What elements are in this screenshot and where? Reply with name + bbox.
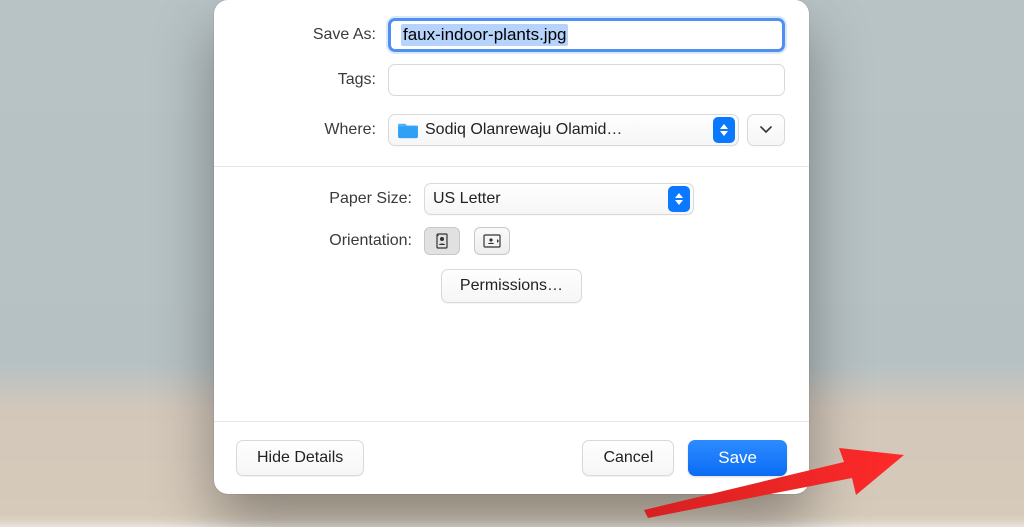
- portrait-icon: [433, 232, 451, 250]
- updown-arrows-icon: [713, 117, 735, 143]
- expand-browser-button[interactable]: [747, 114, 785, 146]
- chevron-down-icon: [760, 126, 772, 134]
- cancel-button[interactable]: Cancel: [582, 440, 674, 476]
- where-folder-popup[interactable]: Sodiq Olanrewaju Olamid…: [388, 114, 739, 146]
- save-button[interactable]: Save: [688, 440, 787, 476]
- filename-text: faux-indoor-plants.jpg: [401, 24, 568, 46]
- paper-size-value: US Letter: [433, 190, 668, 208]
- where-folder-name: Sodiq Olanrewaju Olamid…: [425, 121, 713, 139]
- paper-size-popup[interactable]: US Letter: [424, 183, 694, 215]
- permissions-button[interactable]: Permissions…: [441, 269, 582, 303]
- tags-label: Tags:: [238, 71, 388, 89]
- folder-icon: [397, 121, 419, 139]
- save-as-label: Save As:: [238, 26, 388, 44]
- updown-arrows-icon: [668, 186, 690, 212]
- where-label: Where:: [238, 121, 388, 139]
- orientation-portrait-button[interactable]: [424, 227, 460, 255]
- save-dialog: Save As: faux-indoor-plants.jpg Tags: Wh…: [214, 0, 809, 494]
- hide-details-button[interactable]: Hide Details: [236, 440, 364, 476]
- landscape-icon: [482, 233, 502, 249]
- dialog-footer: Hide Details Cancel Save: [214, 421, 809, 494]
- save-as-input[interactable]: faux-indoor-plants.jpg: [388, 18, 785, 52]
- orientation-landscape-button[interactable]: [474, 227, 510, 255]
- paper-size-label: Paper Size:: [238, 190, 424, 208]
- tags-input[interactable]: [388, 64, 785, 96]
- orientation-label: Orientation:: [238, 232, 424, 250]
